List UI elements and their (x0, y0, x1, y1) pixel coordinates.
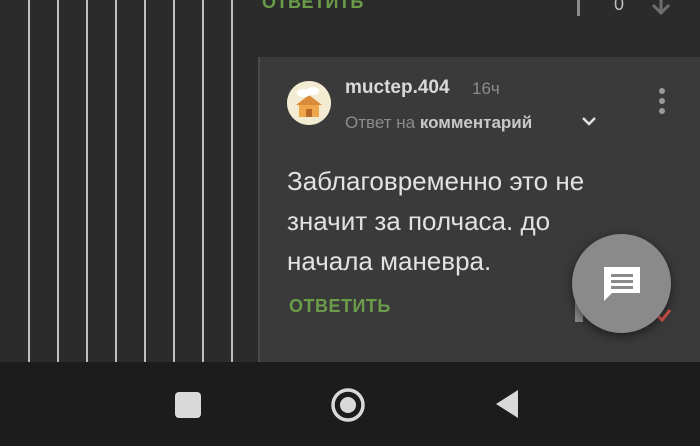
thread-line (231, 0, 233, 362)
downvote-icon[interactable] (650, 0, 672, 18)
thread-line (115, 0, 117, 362)
thread-line (173, 0, 175, 362)
chevron-down-icon[interactable] (581, 114, 597, 128)
reply-to-target[interactable]: комментарий (420, 113, 532, 132)
more-vert-icon[interactable] (655, 88, 669, 118)
previous-reply-button[interactable]: ОТВЕТИТЬ (262, 0, 364, 13)
avatar[interactable] (287, 81, 331, 125)
recents-icon[interactable] (175, 392, 201, 418)
system-navigation-bar (0, 362, 700, 446)
thread-line (57, 0, 59, 362)
reply-to-prefix: Ответ на (345, 113, 416, 132)
comment-text: Заблаговременно это не значит за полчаса… (287, 166, 585, 276)
comments-feed: ОТВЕТИТЬ 0 muctep.404 16ч Ответ на комме… (0, 0, 700, 362)
reply-button[interactable]: ОТВЕТИТЬ (289, 296, 391, 317)
thread-line (144, 0, 146, 362)
vote-separator (577, 0, 580, 16)
thread-indent-lines (0, 0, 258, 362)
reply-to-line[interactable]: Ответ на комментарий (345, 113, 532, 133)
comment-time: 16ч (472, 79, 500, 98)
write-comment-button[interactable] (572, 234, 671, 333)
previous-score: 0 (614, 0, 625, 14)
comment-icon (604, 267, 640, 301)
home-icon[interactable] (330, 387, 366, 423)
thread-line (86, 0, 88, 362)
comment-author[interactable]: muctep.404 (345, 77, 450, 99)
back-icon[interactable] (494, 388, 520, 420)
thread-line (28, 0, 30, 362)
thread-line (202, 0, 204, 362)
avatar-house-icon (287, 81, 331, 125)
